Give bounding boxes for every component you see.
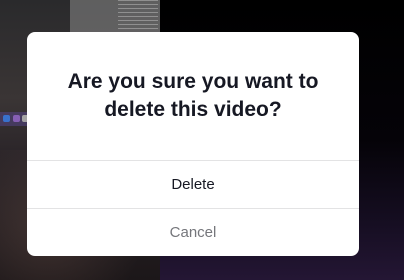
dock-app-icon: [13, 115, 20, 122]
dock-app-icon: [3, 115, 10, 122]
delete-confirm-dialog: Are you sure you want to delete this vid…: [27, 32, 359, 256]
delete-button[interactable]: Delete: [27, 160, 359, 208]
cancel-button[interactable]: Cancel: [27, 208, 359, 256]
background-dock: [0, 112, 30, 126]
background-monitor-text: [118, 0, 158, 32]
dialog-title: Are you sure you want to delete this vid…: [67, 70, 319, 121]
